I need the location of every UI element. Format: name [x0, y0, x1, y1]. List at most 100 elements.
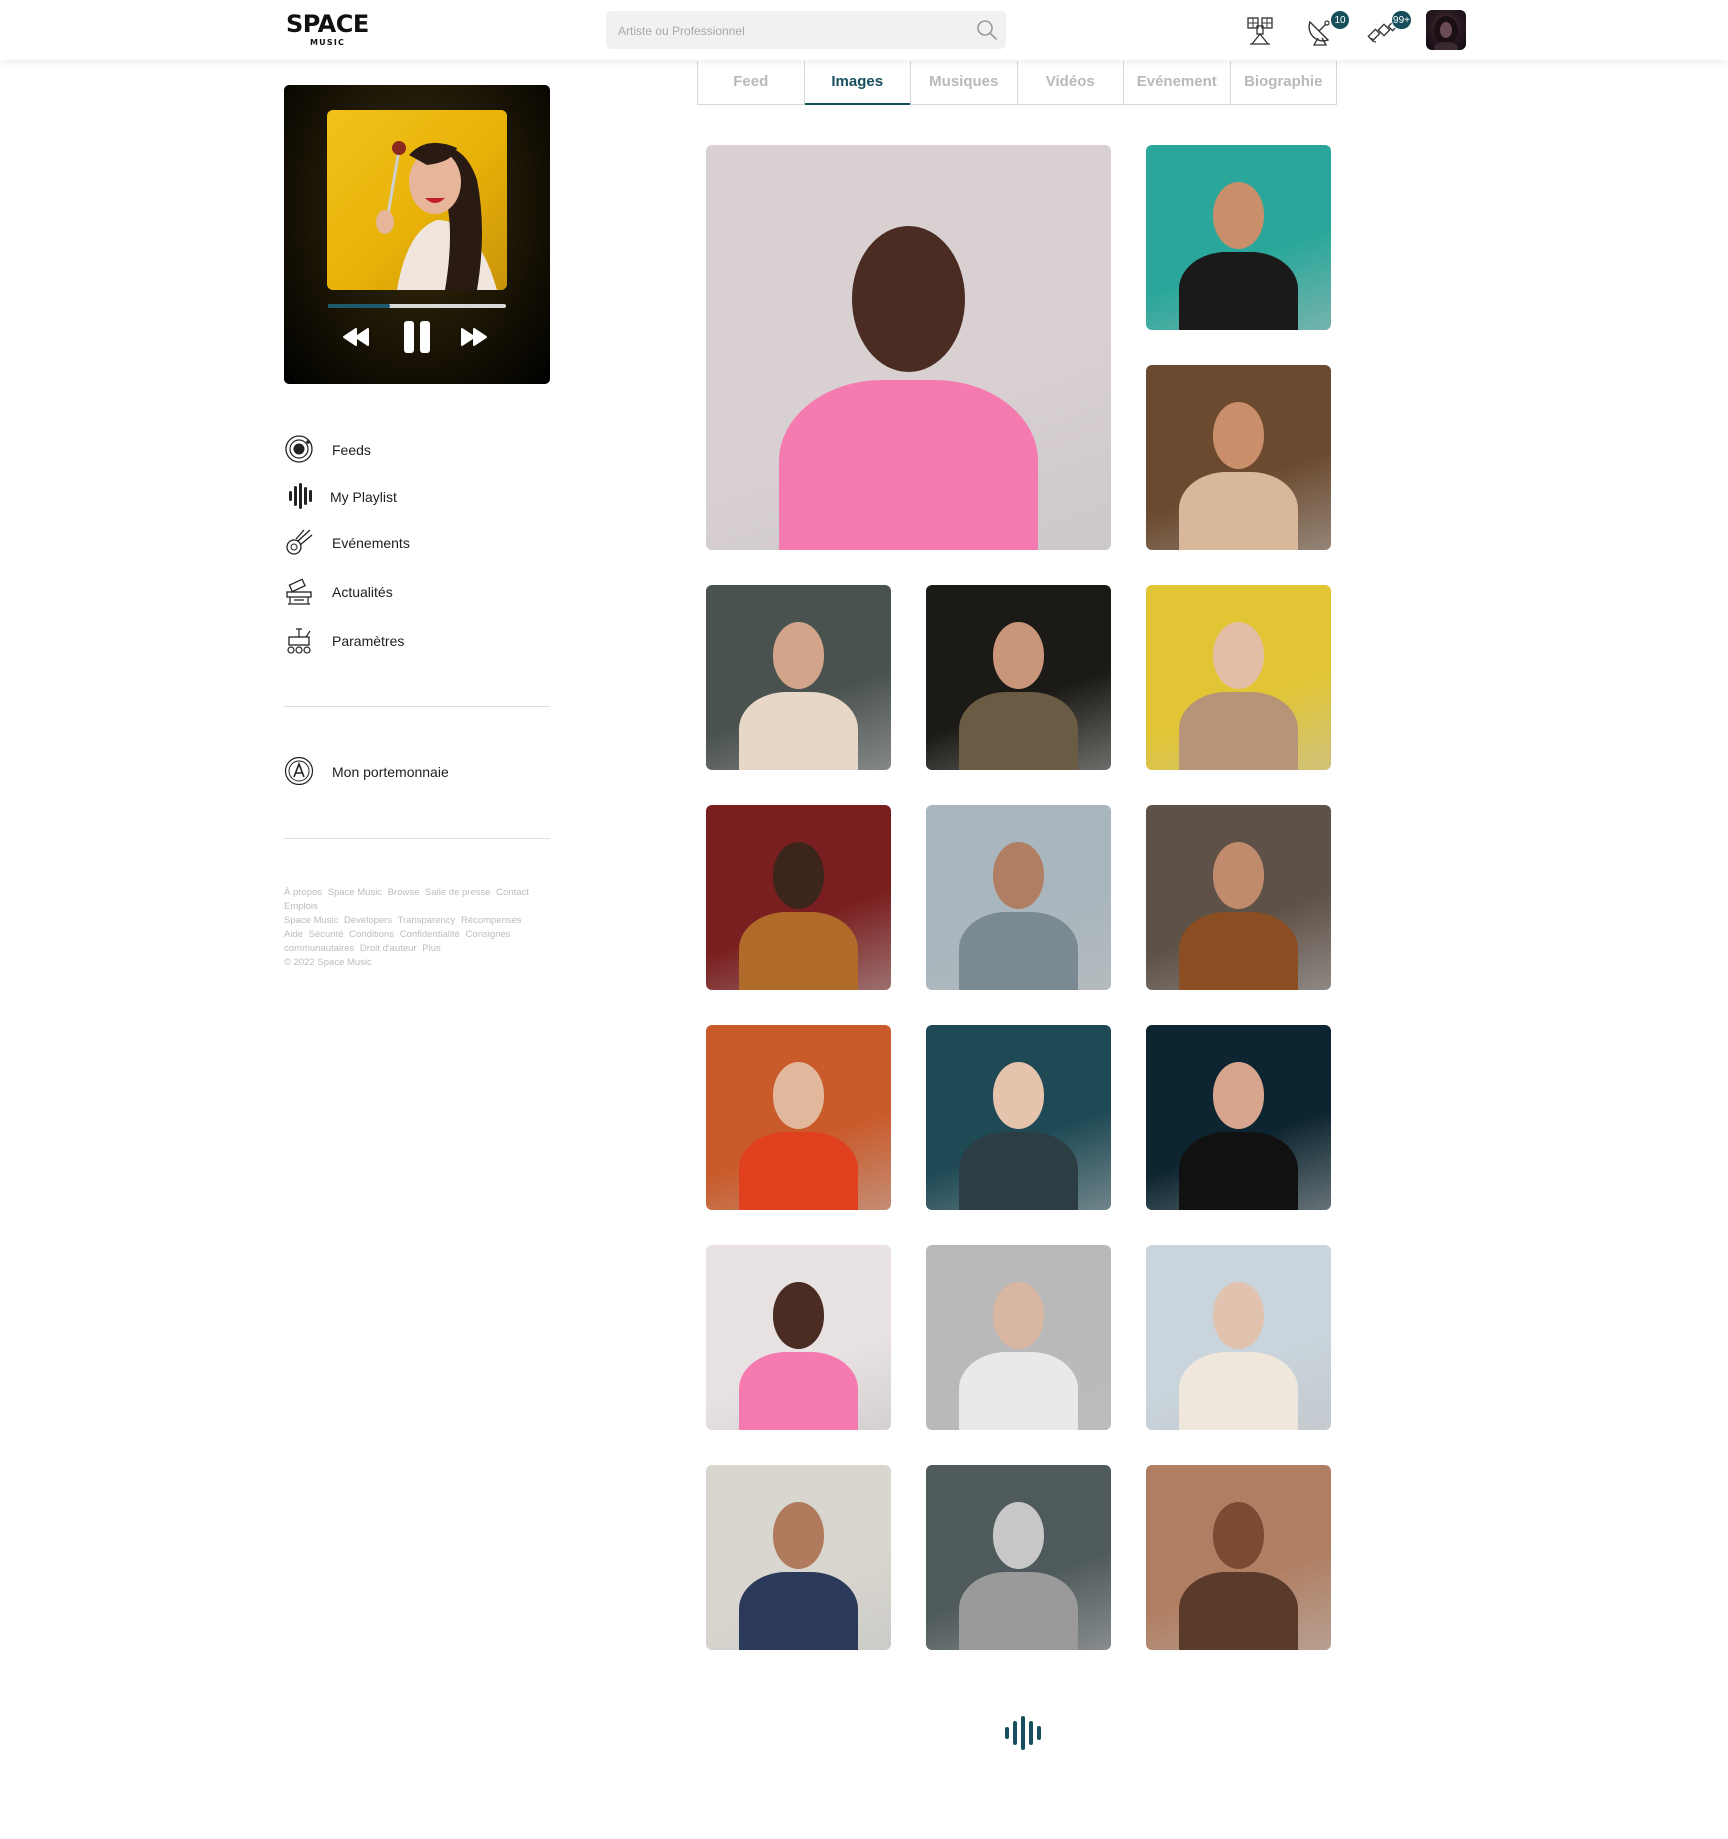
sidebar-item-label: Feeds: [332, 442, 371, 458]
photo-subject-body: [959, 912, 1078, 990]
gallery-photo[interactable]: [1146, 1025, 1331, 1210]
photo-subject-head: [992, 1502, 1045, 1569]
music-player: [284, 85, 550, 384]
sidebar-item-parametres[interactable]: Paramètres: [284, 625, 544, 659]
gallery-photo[interactable]: [706, 805, 891, 990]
photo-subject-head: [772, 842, 825, 909]
user-avatar[interactable]: [1426, 10, 1466, 50]
gallery-photo[interactable]: [926, 585, 1111, 770]
satellite-dish-icon[interactable]: 10: [1304, 10, 1350, 48]
pause-icon[interactable]: [401, 321, 433, 353]
sound-bars-icon: [289, 483, 312, 509]
photo-subject-head: [772, 1502, 825, 1569]
tab-biographie[interactable]: Biographie: [1231, 61, 1337, 104]
sidebar-item-wallet[interactable]: Mon portemonnaie: [284, 756, 544, 790]
photo-subject-head: [1212, 1282, 1265, 1349]
gallery-photo[interactable]: [706, 1025, 891, 1210]
gallery-photo[interactable]: [706, 1245, 891, 1430]
gallery-photo[interactable]: [706, 145, 1111, 550]
sidebar-item-feeds[interactable]: Feeds: [284, 434, 544, 468]
rewind-icon[interactable]: [342, 321, 370, 353]
space-music-logo[interactable]: SPACE MUSIC: [286, 10, 369, 48]
tab-evenement[interactable]: Evénement: [1124, 61, 1231, 104]
search-input[interactable]: [616, 11, 960, 51]
footer-link[interactable]: Space Music: [284, 915, 338, 926]
gallery-photo[interactable]: [1146, 365, 1331, 550]
photo-subject-body: [739, 912, 858, 990]
photo-subject-head: [851, 226, 966, 372]
search-bar: [606, 11, 1006, 51]
footer-link[interactable]: Aide: [284, 929, 303, 940]
photo-subject-head: [1212, 182, 1265, 249]
photo-subject-head: [1212, 842, 1265, 909]
tab-musiques[interactable]: Musiques: [911, 61, 1018, 104]
footer-link[interactable]: À propos: [284, 887, 322, 898]
footer-link[interactable]: Developers: [344, 915, 392, 926]
sidebar-item-label: Evénements: [332, 535, 410, 551]
footer-link[interactable]: Récompenses: [461, 915, 522, 926]
sidebar-item-actualites[interactable]: Actualités: [284, 576, 544, 610]
photo-subject-body: [1179, 252, 1298, 330]
tab-videos[interactable]: Vidéos: [1018, 61, 1124, 104]
gallery-photo[interactable]: [706, 1465, 891, 1650]
search-icon[interactable]: [976, 19, 998, 41]
photo-subject-head: [772, 1282, 825, 1349]
photo-subject-body: [739, 1132, 858, 1210]
top-bar: SPACE MUSIC 10: [0, 0, 1728, 60]
photo-subject-body: [1179, 692, 1298, 770]
photo-subject-body: [959, 1132, 1078, 1210]
logo-text: SPACE: [286, 10, 369, 38]
footer-copyright: © 2022 Space Music: [284, 957, 372, 968]
sidebar-item-label: Mon portemonnaie: [332, 764, 449, 780]
footer-links: À propos Space Music Browse Salle de pre…: [284, 886, 540, 970]
profile-tabs: Feed Images Musiques Vidéos Evénement Bi…: [697, 61, 1337, 105]
fast-forward-icon[interactable]: [460, 321, 488, 353]
photo-subject-body: [1179, 1352, 1298, 1430]
photo-subject-head: [772, 1062, 825, 1129]
photo-subject-body: [959, 1352, 1078, 1430]
photo-subject-head: [772, 622, 825, 689]
playback-progress[interactable]: [328, 304, 506, 308]
gallery-photo[interactable]: [926, 1025, 1111, 1210]
photo-subject-head: [992, 842, 1045, 909]
gallery-photo[interactable]: [1146, 1465, 1331, 1650]
photo-subject-head: [992, 1282, 1045, 1349]
album-cover[interactable]: [327, 110, 507, 290]
wallet-coin-icon: [284, 756, 314, 786]
gallery-photo[interactable]: [926, 805, 1111, 990]
photo-subject-body: [778, 379, 1039, 550]
footer-link[interactable]: Contact: [496, 887, 529, 898]
sidebar-item-evenements[interactable]: Evénements: [284, 527, 544, 561]
gallery-photo[interactable]: [1146, 145, 1331, 330]
footer-link[interactable]: Space Music: [328, 887, 382, 898]
playback-progress-fill: [328, 304, 391, 308]
gallery-photo[interactable]: [926, 1465, 1111, 1650]
loading-sound-bars-icon: [1004, 1714, 1042, 1752]
logo-subtext: MUSIC: [310, 38, 346, 47]
gallery-photo[interactable]: [1146, 805, 1331, 990]
tab-feed[interactable]: Feed: [698, 61, 805, 104]
photo-subject-body: [1179, 912, 1298, 990]
notification-badge: 99+: [1391, 10, 1412, 30]
sidebar-item-label: Actualités: [332, 584, 393, 600]
footer-link[interactable]: Salle de presse: [425, 887, 490, 898]
sidebar-item-my-playlist[interactable]: My Playlist: [284, 481, 544, 515]
footer-link[interactable]: Transparency: [398, 915, 456, 926]
photo-subject-body: [959, 1572, 1078, 1650]
footer-link[interactable]: Confidentialité: [400, 929, 460, 940]
gallery-photo[interactable]: [1146, 585, 1331, 770]
footer-link[interactable]: Plus: [422, 943, 440, 954]
gallery-photo[interactable]: [1146, 1245, 1331, 1430]
footer-link[interactable]: Conditions: [349, 929, 394, 940]
footer-link[interactable]: Browse: [388, 887, 420, 898]
gallery-photo[interactable]: [926, 1245, 1111, 1430]
footer-link[interactable]: Emplois: [284, 901, 318, 912]
gallery-photo[interactable]: [706, 585, 891, 770]
tab-images[interactable]: Images: [804, 61, 911, 105]
footer-link[interactable]: Droit d'auteur: [360, 943, 417, 954]
photo-subject-head: [1212, 402, 1265, 469]
photo-subject-body: [739, 1572, 858, 1650]
footer-link[interactable]: Sécurité: [309, 929, 344, 940]
radio-tower-icon[interactable]: [1242, 12, 1278, 48]
satellite-icon[interactable]: 99+: [1366, 10, 1412, 48]
